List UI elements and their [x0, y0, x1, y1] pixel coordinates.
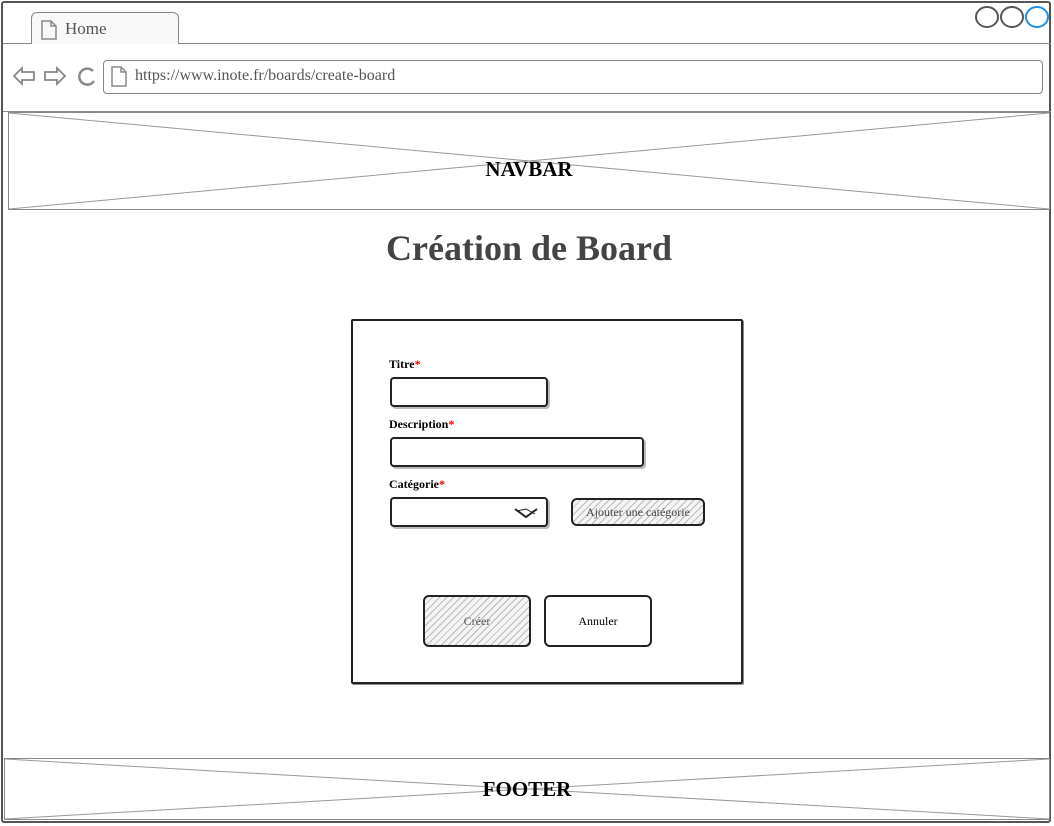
page-title: Création de Board	[386, 228, 672, 268]
footer-placeholder: FOOTER	[4, 758, 1050, 820]
chevron-down-icon	[514, 508, 538, 519]
footer-label: FOOTER	[482, 777, 572, 801]
page-icon	[41, 20, 57, 40]
browser-window: Home https://www.inote.fr/boards/create-…	[1, 1, 1051, 823]
nav-buttons	[12, 65, 96, 87]
tab-divider	[3, 43, 31, 44]
tab-divider	[178, 43, 1051, 44]
description-input[interactable]	[390, 437, 644, 467]
cancel-button[interactable]: Annuler	[544, 595, 652, 647]
address-bar[interactable]: https://www.inote.fr/boards/create-board	[103, 60, 1043, 94]
create-button[interactable]: Créer	[423, 595, 531, 647]
back-icon[interactable]	[12, 65, 35, 87]
reload-icon[interactable]	[78, 67, 96, 86]
tab-label: Home	[65, 19, 107, 38]
categorie-select[interactable]	[390, 497, 548, 527]
add-category-button[interactable]: Ajouter une catégorie	[571, 498, 705, 526]
maximize-icon[interactable]	[1000, 6, 1024, 28]
titre-label: Titre*	[389, 357, 421, 371]
create-board-form: Titre* Description* Catégorie* Ajouter u…	[351, 319, 743, 684]
navbar-label: NAVBAR	[485, 157, 573, 181]
close-icon[interactable]	[1025, 6, 1049, 28]
description-label: Description*	[389, 417, 455, 431]
titre-input[interactable]	[390, 377, 548, 407]
minimize-icon[interactable]	[975, 6, 999, 28]
url-text: https://www.inote.fr/boards/create-board	[135, 67, 396, 84]
forward-icon[interactable]	[44, 65, 67, 87]
categorie-label: Catégorie*	[389, 477, 445, 491]
window-controls	[975, 6, 1049, 28]
tab-home[interactable]: Home	[31, 12, 179, 44]
navbar-placeholder: NAVBAR	[8, 112, 1050, 210]
page-icon	[111, 66, 127, 87]
